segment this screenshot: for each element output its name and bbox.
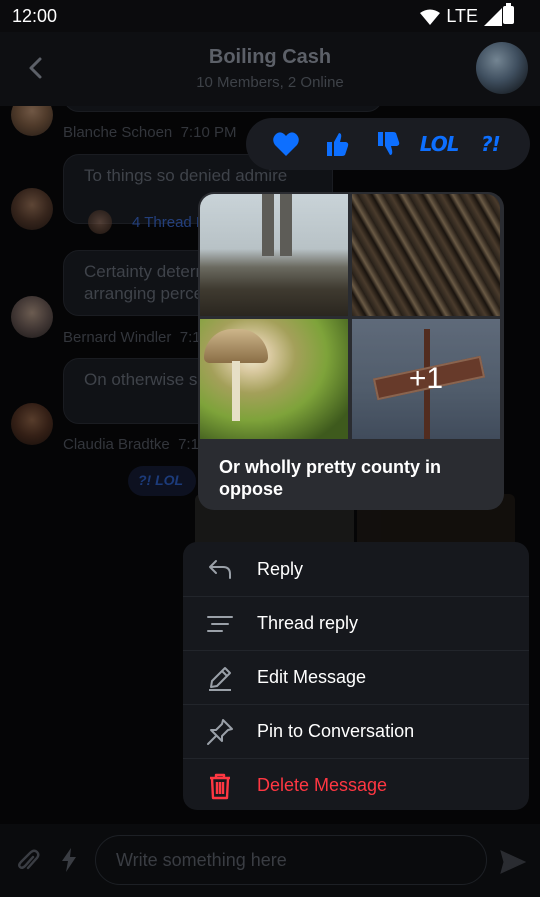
menu-item-label: Reply [257, 558, 304, 579]
message-reactions-summary[interactable]: ?! LOL [128, 466, 196, 496]
paperclip-icon[interactable] [16, 848, 40, 874]
thread-avatar [88, 210, 112, 234]
message-text: To things so denied admire [84, 166, 288, 185]
network-label: LTE [446, 6, 478, 26]
message-input[interactable] [95, 835, 487, 885]
menu-item-edit[interactable]: Edit Message [183, 650, 529, 704]
more-images-count: +1 [408, 362, 444, 395]
avatar[interactable] [11, 106, 53, 136]
thumbs-up-reaction-icon[interactable] [322, 129, 352, 159]
menu-item-label: Delete Message [257, 775, 388, 795]
selected-message-card[interactable]: +1 Or wholly pretty county in oppose [198, 192, 504, 510]
menu-item-pin[interactable]: Pin to Conversation [183, 704, 529, 758]
status-bar: 12:00 LTE [0, 0, 540, 32]
menu-item-thread-reply[interactable]: Thread reply [183, 596, 529, 650]
reply-icon [209, 560, 231, 579]
menu-item-reply[interactable]: Reply [183, 542, 529, 596]
channel-subtitle: 10 Members, 2 Online [196, 74, 344, 91]
gallery-image-motel-sign[interactable]: +1 [352, 319, 500, 439]
gallery-image-legs[interactable] [200, 194, 348, 316]
reaction-picker: LOL ?! [246, 118, 530, 170]
image-gallery[interactable]: +1 [200, 194, 502, 440]
menu-item-label: Edit Message [257, 667, 367, 687]
avatar[interactable] [11, 188, 53, 230]
author-name: Claudia Bradtke [63, 436, 170, 453]
menu-item-label: Thread reply [257, 613, 359, 633]
message-meta: Blanche Schoen 7:10 PM [63, 124, 236, 141]
thumbs-down-reaction-icon[interactable] [373, 129, 403, 159]
avatar[interactable] [11, 403, 53, 445]
thread-icon [207, 615, 233, 632]
status-time: 12:00 [12, 6, 58, 26]
wifi-icon [420, 9, 441, 25]
pencil-icon [209, 666, 231, 691]
menu-item-label: Pin to Conversation [257, 721, 415, 741]
lightning-icon[interactable] [60, 848, 78, 872]
avatar[interactable] [11, 296, 53, 338]
gallery-image-mushroom[interactable] [200, 319, 348, 439]
exclamation-question-reaction-icon[interactable]: ?! [475, 129, 505, 159]
message-composer [0, 824, 540, 897]
gallery-image-locks[interactable] [352, 194, 500, 316]
channel-title: Boiling Cash [208, 46, 332, 68]
message-time: 7:10 PM [180, 124, 237, 141]
group-avatar[interactable] [476, 42, 528, 94]
message-caption: Or wholly pretty county in oppose [219, 457, 442, 499]
send-icon[interactable] [500, 850, 526, 874]
lol-reaction-icon[interactable]: LOL [420, 129, 460, 159]
signal-icon [484, 7, 502, 26]
chat-header: Boiling Cash 10 Members, 2 Online [0, 32, 540, 106]
message-actions-menu: Reply Thread reply Edit Message Pin to C… [183, 542, 529, 810]
author-name: Bernard Windler [63, 329, 172, 346]
heart-reaction-icon[interactable] [271, 129, 301, 159]
status-right: LTE [420, 6, 502, 27]
author-name: Blanche Schoen [63, 124, 173, 141]
trash-icon [210, 773, 230, 799]
message-bubble[interactable] [63, 106, 383, 112]
pin-icon [207, 718, 233, 745]
menu-item-delete[interactable]: Delete Message [183, 758, 529, 810]
battery-icon [503, 3, 514, 24]
